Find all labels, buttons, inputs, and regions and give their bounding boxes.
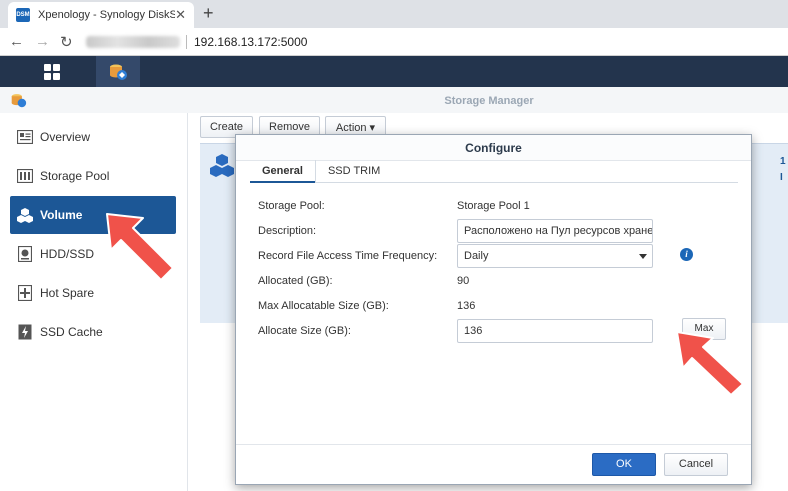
dsm-favicon-icon: DSM — [16, 8, 30, 22]
description-field[interactable]: Расположено на Пул ресурсов хранен — [457, 219, 653, 243]
tab-general[interactable]: General — [250, 160, 315, 183]
ok-button[interactable]: OK — [592, 453, 656, 476]
max-allocatable-label: Max Allocatable Size (GB): — [258, 300, 389, 312]
sidebar-item-label: HDD/SSD — [40, 247, 95, 261]
browser-tab[interactable]: DSM Xpenology - Synology DiskStation ✕ — [8, 2, 194, 28]
forward-arrow-icon[interactable]: → — [35, 33, 50, 50]
allocate-size-field[interactable]: 136 — [457, 319, 653, 343]
volume-cubes-icon — [210, 154, 234, 177]
volume-side-text-1: 1 — [780, 156, 786, 167]
ssd-cache-icon — [16, 324, 33, 341]
new-tab-button[interactable]: + — [203, 3, 214, 24]
sidebar-item-label: Overview — [40, 130, 91, 144]
close-icon[interactable]: ✕ — [175, 7, 186, 23]
app-title: Storage Manager — [444, 95, 534, 107]
description-label: Description: — [258, 225, 317, 237]
allocated-row: Allocated (GB): 90 — [258, 272, 728, 292]
storage-pool-icon — [16, 168, 33, 185]
dialog-tabs: General SSD TRIM — [250, 160, 738, 183]
volume-side-text-2: I — [780, 172, 783, 183]
address-bar: ← → ↻ 192.168.13.172:5000 — [0, 28, 788, 56]
hot-spare-icon — [16, 285, 33, 302]
app-header: Storage Manager — [0, 87, 788, 113]
cancel-button[interactable]: Cancel — [664, 453, 728, 476]
storage-manager-taskbar-button[interactable] — [96, 56, 140, 87]
sidebar-item-label: Storage Pool — [40, 169, 110, 183]
allocate-size-label: Allocate Size (GB): — [258, 325, 351, 337]
volume-icon — [16, 207, 33, 224]
record-frequency-select[interactable]: Daily — [457, 244, 653, 268]
sidebar-item-overview[interactable]: Overview — [10, 118, 176, 156]
max-allocatable-value: 136 — [457, 300, 476, 312]
reload-icon[interactable]: ↻ — [60, 33, 73, 51]
main-menu-button[interactable] — [30, 56, 74, 87]
storage-pool-value: Storage Pool 1 — [457, 200, 530, 212]
record-frequency-value: Daily — [464, 250, 489, 262]
dialog-title: Configure — [236, 135, 751, 161]
tab-title: Xpenology - Synology DiskStation — [38, 9, 176, 21]
allocate-size-row: Allocate Size (GB): 136 Max — [258, 318, 728, 343]
sidebar: Overview Storage Pool Volume HDD/SSD Hot… — [0, 113, 188, 491]
sidebar-item-ssd-cache[interactable]: SSD Cache — [10, 313, 176, 351]
description-row: Description: Расположено на Пул ресурсов… — [258, 219, 728, 243]
browser-tab-strip: DSM Xpenology - Synology DiskStation ✕ + — [0, 0, 788, 28]
allocated-value: 90 — [457, 275, 470, 287]
max-allocatable-row: Max Allocatable Size (GB): 136 — [258, 297, 728, 317]
storage-manager-icon — [110, 64, 127, 80]
back-arrow-icon[interactable]: ← — [9, 33, 24, 50]
storage-pool-row: Storage Pool: Storage Pool 1 — [258, 197, 728, 217]
sidebar-item-label: Volume — [40, 208, 83, 222]
configure-dialog: Configure General SSD TRIM Storage Pool:… — [235, 134, 752, 485]
dialog-footer: OK Cancel — [236, 444, 751, 484]
dsm-taskbar — [0, 56, 788, 87]
allocated-label: Allocated (GB): — [258, 275, 333, 287]
annotation-arrow-volume-icon — [106, 213, 174, 281]
url-field[interactable]: 192.168.13.172:5000 — [194, 35, 307, 49]
info-icon[interactable]: i — [680, 248, 693, 261]
overview-icon — [16, 129, 33, 146]
sidebar-item-storage-pool[interactable]: Storage Pool — [10, 157, 176, 195]
grid-icon — [44, 63, 60, 80]
blurred-url-region — [86, 36, 180, 48]
tab-ssd-trim[interactable]: SSD TRIM — [314, 160, 392, 183]
volume-status-text: 1 I — [780, 154, 788, 186]
record-frequency-row: Record File Access Time Frequency: Daily… — [258, 244, 728, 268]
url-divider — [186, 35, 187, 49]
hdd-icon — [16, 246, 33, 263]
sidebar-item-label: Hot Spare — [40, 286, 95, 300]
chevron-down-icon — [639, 254, 647, 259]
annotation-arrow-max-icon — [676, 331, 744, 396]
sidebar-item-label: SSD Cache — [40, 325, 103, 339]
storage-pool-label: Storage Pool: — [258, 200, 325, 212]
record-frequency-label: Record File Access Time Frequency: — [258, 250, 438, 262]
